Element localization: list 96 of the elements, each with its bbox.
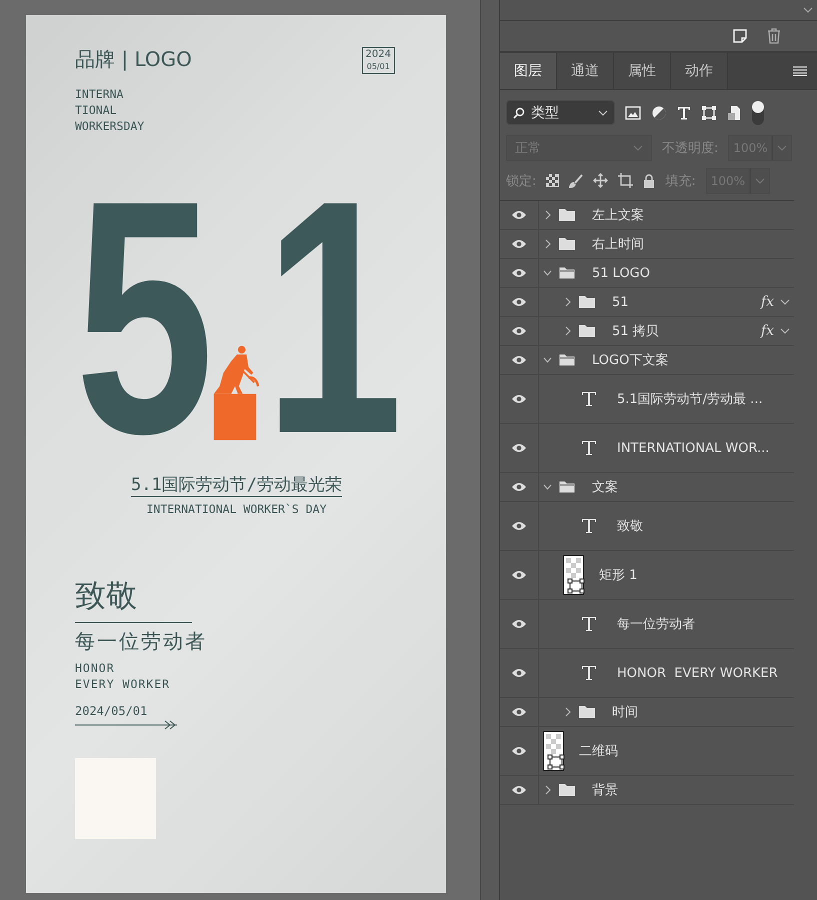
folder-icon (558, 783, 576, 797)
eye-icon[interactable] (511, 210, 527, 220)
headline-text: 5.1国际劳动节/劳动最光荣 (131, 474, 342, 497)
smart-object-filter-icon[interactable] (727, 104, 741, 120)
layer-name[interactable]: HONOR EVERY WORKER (617, 666, 778, 680)
caret-icon[interactable] (543, 210, 552, 220)
folder-icon (578, 705, 596, 719)
salute-title: 致敬 (75, 576, 192, 623)
caret-icon[interactable] (780, 327, 790, 335)
layer-name[interactable]: 致敬 (617, 517, 643, 535)
eye-icon[interactable] (511, 443, 527, 453)
trash-icon[interactable] (767, 28, 781, 44)
layer-name[interactable]: 51 (612, 294, 629, 310)
image-filter-icon[interactable] (625, 106, 641, 120)
date-text: 2024/05/01 (75, 704, 148, 718)
panel-tab[interactable]: 动作 (671, 53, 728, 89)
menu-icon[interactable] (793, 66, 807, 76)
layer-name[interactable]: 51 LOGO (592, 266, 650, 280)
brush-icon[interactable] (569, 174, 584, 188)
folder-icon (558, 480, 576, 494)
search-icon (513, 106, 525, 118)
text-layer-icon (580, 439, 598, 457)
eye-icon[interactable] (511, 239, 527, 249)
text-layer-icon (580, 517, 598, 535)
caret-icon[interactable] (803, 6, 813, 14)
date-box: 2024 05/01 (362, 47, 395, 74)
caret-icon[interactable] (780, 298, 790, 306)
lock-pixels-icon[interactable] (546, 174, 560, 187)
new-page-icon[interactable] (733, 29, 747, 43)
filter-toggle-icon[interactable] (751, 100, 765, 126)
brand-logo-text: 品牌 | LOGO (75, 46, 192, 73)
headline-english-text: INTERNATIONAL WORKER`S DAY (146, 502, 326, 516)
layer-name[interactable]: 51 拷贝 (612, 322, 659, 340)
eye-icon[interactable] (511, 297, 527, 307)
eye-icon[interactable] (511, 785, 527, 795)
caret-icon[interactable] (563, 326, 572, 336)
caret-icon[interactable] (543, 482, 552, 492)
folder-icon (558, 208, 576, 222)
filter-dropdown[interactable]: 类型 (506, 100, 615, 125)
honor-text: HONOR EVERY WORKER (75, 660, 172, 692)
text-layer-icon (580, 615, 598, 633)
caret-icon (598, 108, 608, 116)
folder-icon (558, 237, 576, 251)
caret-icon (754, 176, 765, 184)
folder-icon (558, 353, 576, 367)
intro-text: INTERNA TIONAL WORKERSDAY (75, 86, 146, 134)
text-filter-icon[interactable] (677, 106, 691, 120)
caret-icon[interactable] (543, 268, 552, 278)
caret-icon[interactable] (543, 239, 552, 249)
folder-icon (578, 324, 596, 338)
panel-tab[interactable]: 图层 (500, 53, 557, 89)
eye-icon[interactable] (511, 482, 527, 492)
adjustment-filter-icon[interactable] (651, 104, 667, 120)
big-digit: 5 (75, 191, 208, 444)
text-layer-icon (580, 664, 598, 682)
layer-name[interactable]: 背景 (592, 781, 618, 799)
eye-icon[interactable] (511, 355, 527, 365)
eye-icon[interactable] (511, 619, 527, 629)
layer-name[interactable]: 矩形 1 (599, 566, 638, 584)
effects-badge[interactable]: fx (760, 294, 774, 310)
layer-name[interactable]: LOGO下文案 (592, 351, 668, 369)
crop-icon[interactable] (618, 173, 634, 188)
caret-icon[interactable] (543, 785, 552, 795)
layer-name[interactable]: 文案 (592, 478, 618, 496)
eye-icon[interactable] (511, 570, 527, 580)
salute-subtitle: 每一位劳动者 (75, 628, 208, 655)
eye-icon[interactable] (511, 521, 527, 531)
caret-icon (777, 144, 788, 152)
lock-icon[interactable] (643, 174, 656, 188)
panel-tab[interactable]: 通道 (557, 53, 614, 89)
layer-name[interactable]: 右上时间 (592, 235, 644, 253)
layer-name[interactable]: INTERNATIONAL WOR... (617, 440, 770, 456)
effects-badge[interactable]: fx (760, 323, 774, 339)
eye-icon[interactable] (511, 746, 527, 756)
eye-icon[interactable] (511, 268, 527, 278)
layer-name[interactable]: 5.1国际劳动节/劳动最 ... (617, 390, 763, 408)
move-icon[interactable] (593, 173, 608, 188)
text-layer-icon (580, 390, 598, 408)
layer-name[interactable]: 时间 (612, 703, 638, 721)
arrow-icon (75, 720, 179, 730)
eye-icon[interactable] (511, 707, 527, 717)
folder-icon (558, 266, 576, 280)
layer-name[interactable]: 左上文案 (592, 206, 644, 224)
caret-icon[interactable] (563, 707, 572, 717)
panel-tab[interactable]: 属性 (614, 53, 671, 89)
layer-name[interactable]: 二维码 (579, 742, 618, 760)
caret-icon[interactable] (543, 355, 552, 365)
eye-icon[interactable] (511, 668, 527, 678)
folder-icon (578, 295, 596, 309)
eye-icon[interactable] (511, 394, 527, 404)
big-digit: 1 (264, 191, 398, 444)
shape-filter-icon[interactable] (701, 104, 717, 120)
caret-icon (633, 144, 643, 152)
eye-icon[interactable] (511, 326, 527, 336)
caret-icon[interactable] (563, 297, 572, 307)
layer-name[interactable]: 每一位劳动者 (617, 615, 695, 633)
